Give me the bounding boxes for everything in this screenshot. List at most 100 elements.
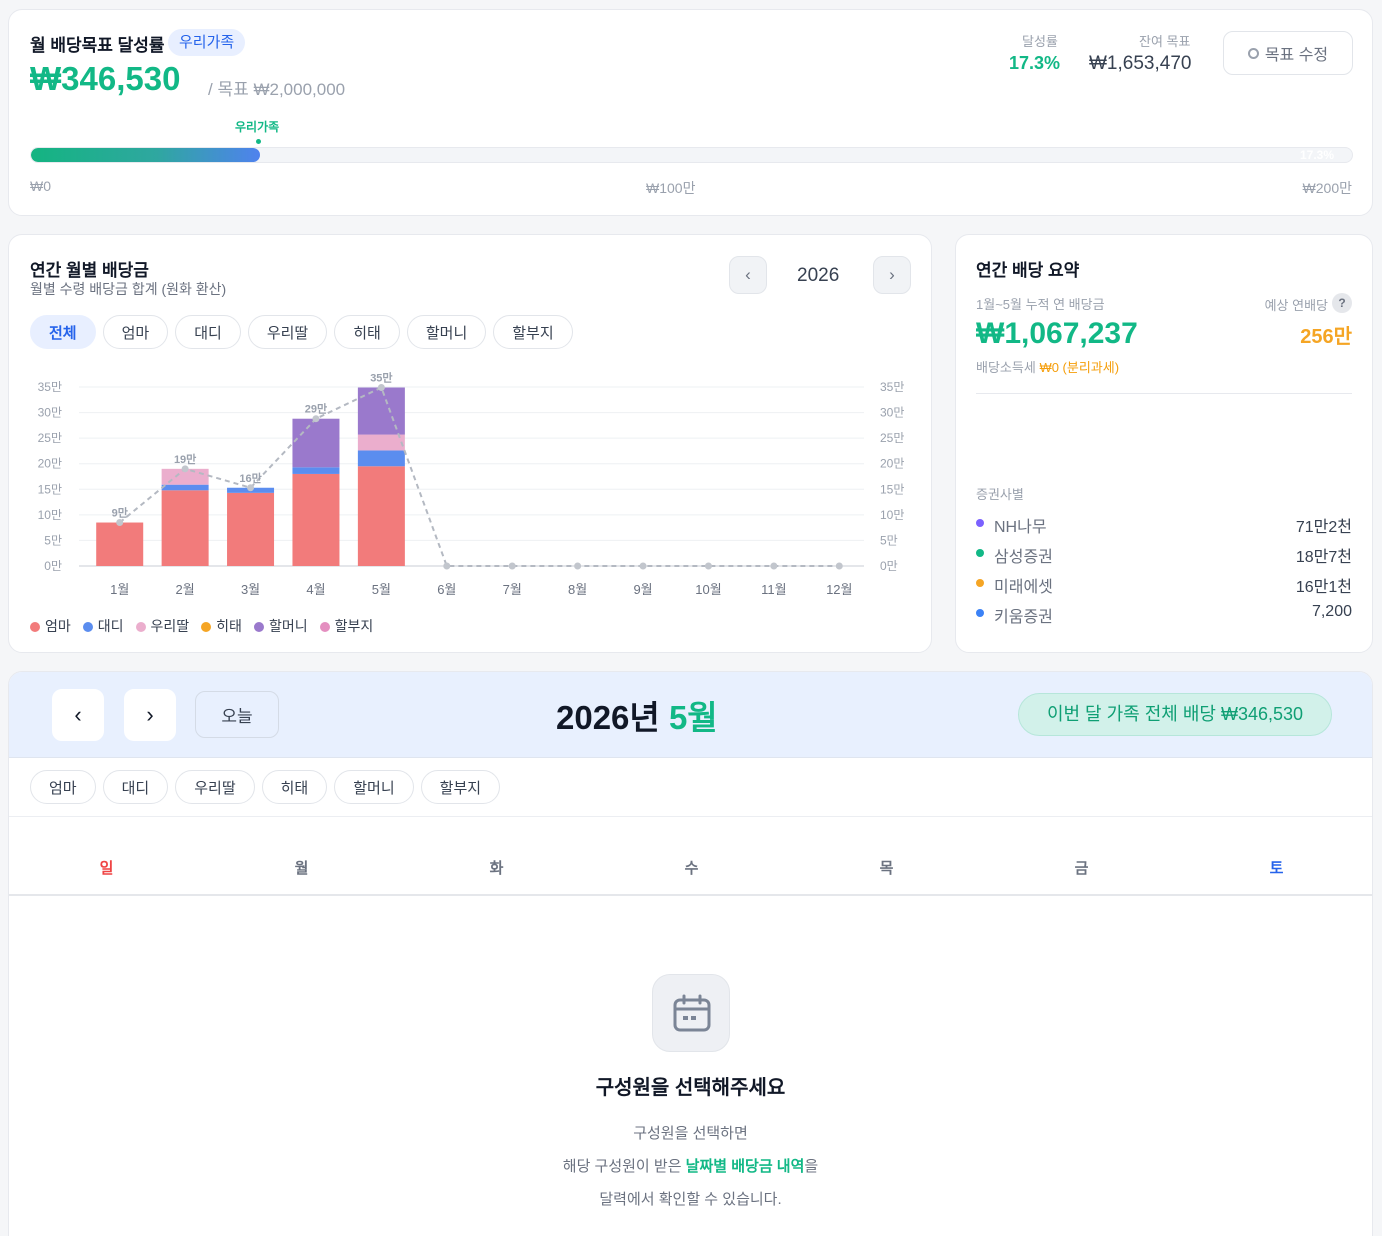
- total-point: [835, 562, 843, 570]
- empty-line2: 해당 구성원이 받은 날짜별 배당금 내역을: [9, 1155, 1372, 1176]
- legend-label: 할머니: [268, 618, 308, 634]
- member-tabs: 전체 엄마 대디 우리딸 히태 할머니 할부지: [30, 315, 580, 349]
- prev-month-button[interactable]: ‹: [52, 689, 104, 741]
- broker-list: NH나무 71만2천 삼성증권 18만7천 미래에셋 16만1천 키움증권 7,200: [976, 511, 1352, 631]
- x-tick-label: 4월: [306, 582, 325, 597]
- legend-label: 히태: [216, 618, 242, 634]
- broker-row: NH나무 71만2천: [976, 511, 1352, 536]
- broker-title: 증권사별: [976, 487, 1024, 502]
- broker-dot: [976, 579, 984, 587]
- total-label: 9만: [112, 506, 128, 520]
- weekday-fri: 금: [1074, 860, 1089, 877]
- legend-dot: [135, 622, 146, 632]
- tab-mom[interactable]: 엄마: [102, 315, 169, 349]
- member-daughter[interactable]: 우리딸: [175, 770, 255, 804]
- rate-label: 달성률: [1022, 34, 1058, 49]
- calendar-card: ‹ › 오늘 2026년 5월 이번 달 가족 전체 배당 ₩346,530 엄…: [8, 671, 1373, 1236]
- empty-line2-a: 해당 구성원이 받은: [562, 1158, 686, 1175]
- y-tick-label-right: 25만: [880, 431, 904, 445]
- member-grandpa[interactable]: 할부지: [420, 770, 501, 804]
- y-tick-label-right: 10만: [880, 508, 904, 522]
- summary-divider: [976, 393, 1352, 394]
- empty-title: 구성원을 선택해주세요: [595, 1077, 786, 1099]
- total-label: 29만: [305, 402, 327, 416]
- next-year-button[interactable]: ›: [873, 256, 911, 294]
- legend-item: 히태: [201, 616, 242, 636]
- year-label: 2026: [797, 265, 840, 286]
- y-tick-label-right: 35만: [880, 380, 904, 394]
- next-month-button[interactable]: ›: [124, 689, 176, 741]
- remain-value: ₩1,653,470: [1089, 53, 1192, 74]
- expected-value: 256만: [1300, 326, 1352, 348]
- tab-hitae[interactable]: 히태: [334, 315, 400, 349]
- tab-all[interactable]: 전체: [30, 315, 96, 349]
- accum-value: ₩1,067,237: [976, 317, 1138, 350]
- weekday-sat: 토: [1269, 860, 1284, 877]
- tab-daughter[interactable]: 우리딸: [247, 315, 328, 349]
- month-title-year: 2026년: [556, 699, 660, 736]
- x-tick-label: 10월: [695, 582, 721, 597]
- rate-value: 17.3%: [1009, 53, 1061, 73]
- y-tick-label-left: 25만: [38, 431, 62, 445]
- broker-value: 7,200: [1311, 603, 1352, 620]
- empty-line3: 달력에서 확인할 수 있습니다.: [599, 1191, 782, 1208]
- broker-row: 삼성증권 18만7천: [976, 541, 1352, 566]
- bar-segment-엄마: [161, 490, 209, 566]
- empty-state: 구성원을 선택해주세요 구성원을 선택하면 해당 구성원이 받은 날짜별 배당금…: [9, 974, 1372, 1209]
- bar-segment-엄마: [227, 492, 275, 566]
- broker-dot: [976, 609, 984, 617]
- x-tick-label: 11월: [761, 582, 786, 597]
- legend-dot: [201, 622, 212, 632]
- broker-dot: [976, 519, 984, 527]
- y-tick-label-right: 20만: [880, 457, 904, 471]
- legend-dot: [82, 622, 93, 632]
- expected-help-icon[interactable]: ?: [1332, 293, 1352, 313]
- today-button[interactable]: 오늘: [195, 691, 279, 738]
- bar-segment-대디: [292, 467, 340, 474]
- tab-grandma[interactable]: 할머니: [406, 315, 487, 349]
- chart-legend: 엄마 대디 우리딸 히태 할머니 할부지: [30, 616, 385, 636]
- annual-chart-card: 연간 월별 배당금 월별 수령 배당금 합계 (원화 환산) ‹ 2026 › …: [8, 234, 932, 653]
- annual-subtitle: 월별 수령 배당금 합계 (원화 환산): [30, 281, 227, 297]
- total-label: 16만: [239, 471, 261, 485]
- legend-dot: [319, 622, 330, 632]
- broker-row: 키움증권 7,200: [976, 601, 1352, 626]
- tab-daddy[interactable]: 대디: [175, 315, 241, 349]
- x-tick-label: 1월: [110, 582, 129, 597]
- edit-goal-button[interactable]: 목표 수정: [1223, 31, 1353, 75]
- x-tick-label: 5월: [372, 582, 391, 597]
- total-point: [377, 384, 385, 392]
- broker-value: 71만2천: [1295, 519, 1352, 536]
- summary-card: 연간 배당 요약 1월~5월 누적 연 배당금 ₩1,067,237 예상 연배…: [955, 234, 1373, 653]
- calendar-icon: [651, 974, 730, 1052]
- y-tick-label-right: 15만: [880, 482, 904, 496]
- empty-line1: 구성원을 선택하면: [633, 1125, 748, 1142]
- tab-grandpa[interactable]: 할부지: [493, 315, 573, 349]
- progress-fill: [31, 148, 260, 162]
- scale-min: ₩0: [30, 178, 51, 194]
- scale-mid: ₩100만: [646, 180, 696, 196]
- y-tick-label-right: 5만: [880, 533, 898, 547]
- bar-segment-엄마: [96, 522, 144, 566]
- prev-year-button[interactable]: ‹: [729, 256, 767, 294]
- total-point: [574, 562, 582, 570]
- bar-segment-대디: [161, 484, 209, 491]
- bar-segment-할머니: [357, 387, 405, 435]
- legend-dot: [253, 622, 264, 632]
- tax-label: 배당소득세: [976, 360, 1036, 375]
- total-point: [247, 484, 255, 492]
- filter-divider: [9, 816, 1372, 817]
- progress-track: 17.3%: [30, 147, 1353, 163]
- weekday-thu: 목: [879, 860, 894, 877]
- member-daddy[interactable]: 대디: [102, 770, 169, 804]
- member-mom[interactable]: 엄마: [30, 770, 96, 804]
- tax-value: ₩0 (분리과세): [1039, 360, 1120, 375]
- empty-line2-highlight: 날짜별 배당금 내역: [685, 1158, 805, 1175]
- y-tick-label-left: 35만: [38, 380, 62, 394]
- legend-label: 엄마: [45, 618, 71, 634]
- bar-segment-엄마: [357, 466, 405, 566]
- member-hitae[interactable]: 히태: [261, 770, 328, 804]
- weekday-tue: 화: [489, 860, 504, 877]
- progress-percent: 17.3%: [1299, 148, 1334, 162]
- member-grandma[interactable]: 할머니: [334, 770, 414, 804]
